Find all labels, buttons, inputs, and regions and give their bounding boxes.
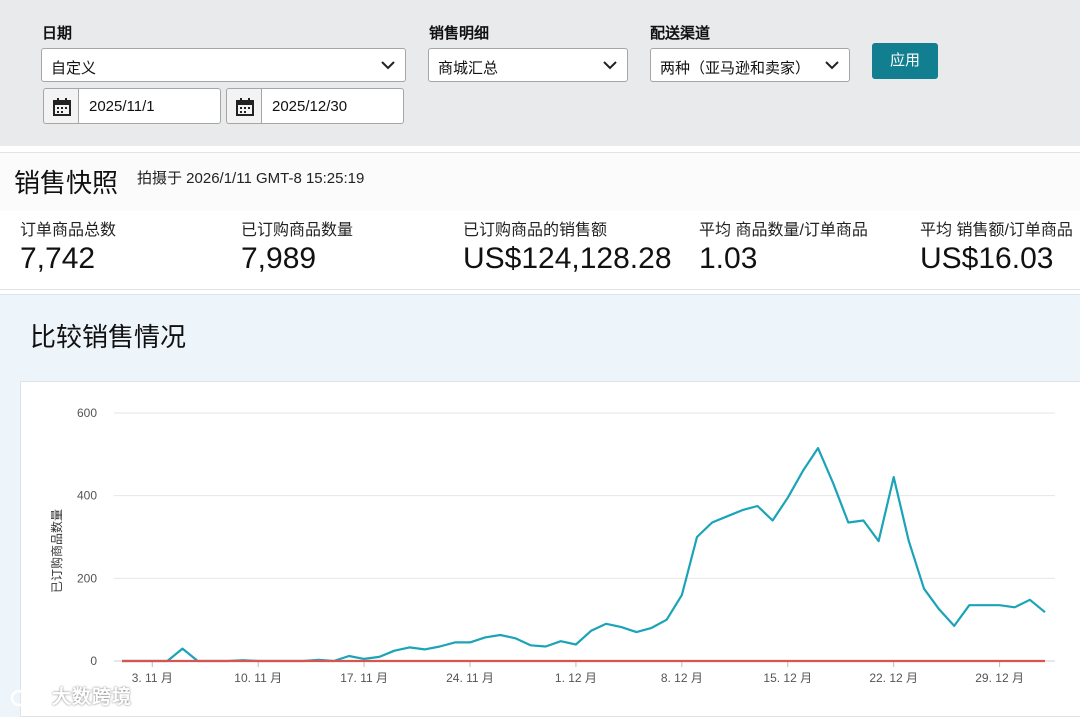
- metric-label: 订单商品总数: [20, 222, 117, 239]
- end-date-input[interactable]: 2025/12/30: [261, 88, 404, 124]
- chevron-down-icon: [825, 61, 839, 70]
- chart-card: 0 200 400 600 3. 11 月 10. 11 月 17. 11 月 24. 11 …: [20, 381, 1080, 717]
- compare-sales-section: 比较销售情况 0 200 400 600 3. 11 月 10. 11 月 17. 11 月…: [0, 294, 1080, 717]
- sales-detail-value: 商城汇总: [438, 60, 499, 77]
- x-tick-label: 1. 12 月: [555, 671, 597, 685]
- y-tick-label: 600: [77, 406, 97, 420]
- metric-label: 已订购商品的销售额: [463, 222, 608, 239]
- metric-total-order-items: 订单商品总数 7,742: [20, 216, 116, 276]
- apply-button[interactable]: 应用: [872, 43, 938, 79]
- x-tick-label: 8. 12 月: [661, 671, 703, 685]
- metric-avg-sales-per-order-item: 平均 销售额/订单商品 US$16.03: [920, 216, 1073, 276]
- y-axis-title: 已订购商品数量: [49, 509, 64, 593]
- y-tick-label: 200: [77, 571, 97, 585]
- compare-sales-title: 比较销售情况: [30, 322, 187, 352]
- metric-label: 平均 销售额/订单商品: [920, 222, 1073, 239]
- metric-ordered-sales: 已订购商品的销售额 US$124,128.28: [463, 216, 672, 276]
- series-line-0: [122, 446, 1046, 663]
- metrics-row: 订单商品总数 7,742 已订购商品数量 7,989 已订购商品的销售额 US$…: [0, 211, 1080, 290]
- chevron-down-icon: [603, 61, 617, 70]
- date-label: 日期: [42, 25, 73, 42]
- metric-label: 平均 商品数量/订单商品: [699, 222, 868, 239]
- y-tick-label: 0: [90, 654, 97, 668]
- x-tick-label: 17. 11 月: [340, 671, 388, 685]
- calendar-icon[interactable]: [43, 88, 79, 124]
- date-range-value: 自定义: [51, 60, 97, 77]
- channel-label: 配送渠道: [650, 25, 711, 42]
- units-ordered-line-chart: 0 200 400 600 3. 11 月 10. 11 月 17. 11 月 24. 11 …: [49, 406, 1055, 685]
- x-tick-label: 24. 11 月: [446, 671, 494, 685]
- date-range-select[interactable]: 自定义: [41, 48, 406, 82]
- sales-snapshot-header: 销售快照 拍摄于 2026/1/11 GMT-8 15:25:19: [0, 152, 1080, 212]
- watermark: 大数跨境: [10, 682, 132, 709]
- metric-value: 7,989: [241, 242, 317, 275]
- x-tick-label: 3. 11 月: [132, 671, 173, 685]
- y-tick-label: 400: [77, 489, 97, 503]
- metric-value: US$16.03: [920, 242, 1054, 275]
- end-date-picker[interactable]: 2025/12/30: [226, 88, 404, 124]
- watermark-logo-icon: [10, 689, 45, 707]
- chevron-down-icon: [381, 61, 395, 70]
- watermark-text: 大数跨境: [52, 687, 133, 708]
- calendar-icon[interactable]: [226, 88, 262, 124]
- metric-units-ordered: 已订购商品数量 7,989: [241, 216, 353, 276]
- filter-bar: 日期 自定义 2025/11/1 2025/12/30 销售明细 商城汇总 配送…: [0, 0, 1080, 146]
- metric-value: 1.03: [699, 242, 758, 275]
- snapshot-timestamp: 拍摄于 2026/1/11 GMT-8 15:25:19: [137, 170, 365, 187]
- start-date-input[interactable]: 2025/11/1: [78, 88, 221, 124]
- x-tick-label: 10. 11 月: [234, 671, 282, 685]
- sales-detail-label: 销售明细: [429, 25, 490, 42]
- sales-detail-select[interactable]: 商城汇总: [428, 48, 628, 82]
- snapshot-title: 销售快照: [14, 168, 119, 198]
- metric-value: 7,742: [20, 242, 96, 275]
- channel-select[interactable]: 两种（亚马逊和卖家）: [650, 48, 850, 82]
- metric-avg-units-per-order-item: 平均 商品数量/订单商品 1.03: [699, 216, 868, 276]
- channel-value: 两种（亚马逊和卖家）: [660, 60, 811, 77]
- metric-value: US$124,128.28: [463, 242, 672, 275]
- metric-label: 已订购商品数量: [241, 222, 354, 239]
- x-tick-label: 15. 12 月: [763, 671, 812, 685]
- x-tick-label: 22. 12 月: [869, 671, 918, 685]
- start-date-picker[interactable]: 2025/11/1: [43, 88, 221, 124]
- series-points-0: [121, 447, 1046, 662]
- x-tick-label: 29. 12 月: [975, 671, 1024, 685]
